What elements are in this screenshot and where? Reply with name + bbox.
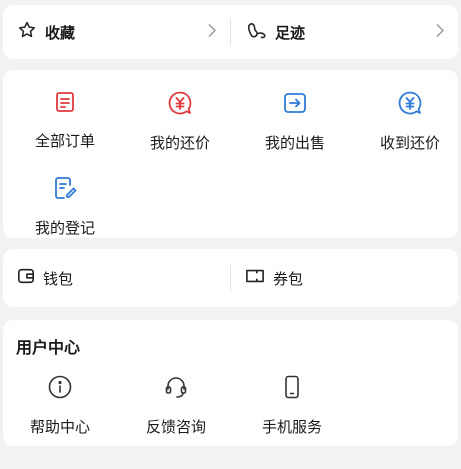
user-center-item-label: 帮助中心 xyxy=(29,418,90,436)
section-title: 用户中心 xyxy=(16,338,81,357)
arrow-box-icon xyxy=(282,90,308,120)
orders-item-my-registration[interactable]: 我的登记 xyxy=(8,175,122,238)
chevron-right-icon xyxy=(208,23,217,42)
orders-item-label: 我的出售 xyxy=(264,134,325,152)
orders-item-label: 收到还价 xyxy=(379,134,440,152)
user-center-item-phone-service[interactable]: 手机服务 xyxy=(235,374,349,437)
top-card: 收藏 足迹 xyxy=(3,5,458,59)
doc-pen-icon xyxy=(52,175,78,205)
orders-item-my-sales[interactable]: 我的出售 xyxy=(238,90,352,153)
footprint-icon xyxy=(245,20,267,44)
coupon-icon xyxy=(245,267,265,289)
orders-item-my-counteroffer[interactable]: 我的还价 xyxy=(123,90,237,153)
user-center-card: 用户中心 帮助中心 反馈咨询 手机服务 xyxy=(3,320,458,446)
list-doc-icon xyxy=(53,90,77,118)
orders-item-received-counteroffer[interactable]: 收到还价 xyxy=(353,90,461,153)
coupon-entry[interactable]: 券包 xyxy=(231,249,458,307)
user-center-item-label: 反馈咨询 xyxy=(145,418,206,436)
footprints-label: 足迹 xyxy=(275,23,306,42)
chevron-right-icon xyxy=(436,23,445,42)
favorites-entry[interactable]: 收藏 xyxy=(3,5,230,59)
yuan-bubble-icon xyxy=(167,90,193,120)
favorites-label: 收藏 xyxy=(45,23,76,42)
footprints-entry[interactable]: 足迹 xyxy=(231,5,458,59)
user-center-item-label: 手机服务 xyxy=(261,418,322,436)
orders-item-all[interactable]: 全部订单 xyxy=(8,90,122,151)
coupon-label: 券包 xyxy=(273,269,304,288)
phone-icon xyxy=(279,374,305,404)
user-center-item-help[interactable]: 帮助中心 xyxy=(3,374,117,437)
wallet-card: 钱包 券包 xyxy=(3,249,458,307)
orders-card: 全部订单 我的还价 我的出售 收到还价 我的登记 xyxy=(3,70,458,238)
wallet-label: 钱包 xyxy=(43,269,74,288)
orders-item-label: 我的登记 xyxy=(34,219,95,237)
user-center-item-feedback[interactable]: 反馈咨询 xyxy=(119,374,233,437)
orders-item-label: 全部订单 xyxy=(34,132,95,150)
yuan-bubble-icon xyxy=(397,90,423,120)
wallet-entry[interactable]: 钱包 xyxy=(3,249,230,307)
info-circle-icon xyxy=(47,374,73,404)
headset-icon xyxy=(163,374,189,404)
wallet-icon xyxy=(17,267,35,289)
orders-item-label: 我的还价 xyxy=(149,134,210,152)
star-icon xyxy=(17,20,37,44)
